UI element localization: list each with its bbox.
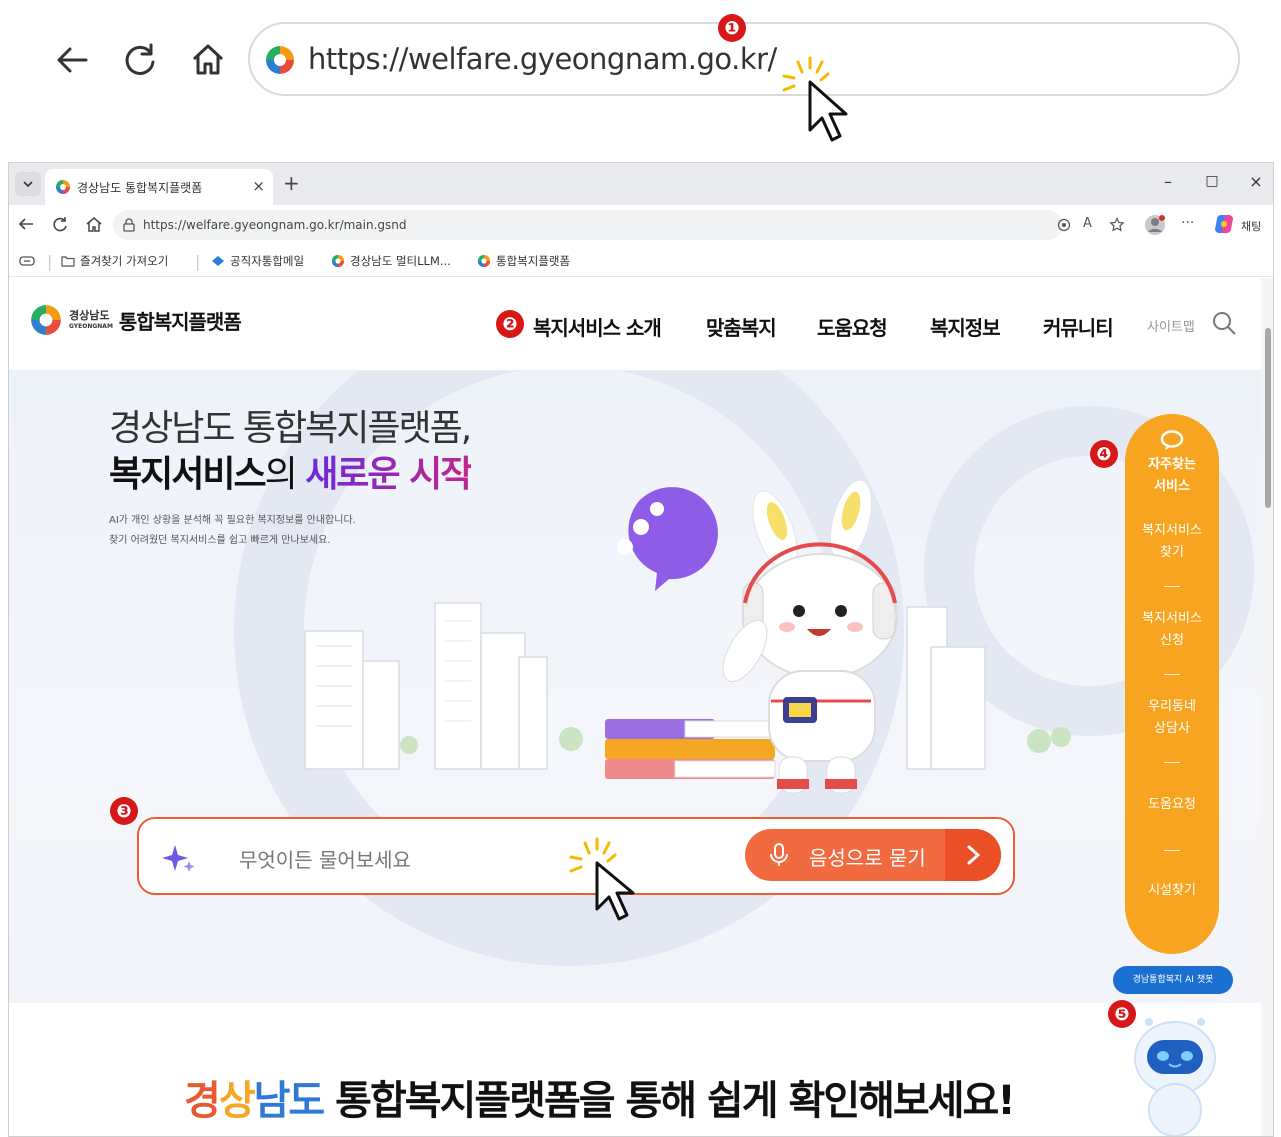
quick-menu-divider bbox=[1164, 762, 1180, 763]
section-heading: 경상남도 통합복지플랫폼을 통해 쉽게 확인해보세요! bbox=[184, 1078, 1016, 1124]
marker-4: ❹ bbox=[1090, 440, 1118, 468]
bookmark-label: 경상남도 멀티LLM... bbox=[350, 254, 451, 268]
back-icon[interactable] bbox=[50, 38, 94, 82]
nav-welfare-intro[interactable]: 복지서비스 소개 bbox=[533, 312, 662, 341]
maximize-button[interactable]: □ bbox=[1197, 173, 1227, 189]
favicon-icon bbox=[331, 254, 345, 268]
cursor-icon bbox=[569, 837, 635, 921]
chat-label[interactable]: 채팅 bbox=[1241, 218, 1261, 234]
zoomed-address-bar: https://welfare.gyeongnam.go.kr/ bbox=[0, 0, 1281, 150]
quick-welfare-find[interactable]: 복지서비스 찾기 bbox=[1125, 520, 1219, 564]
mail-logo-icon bbox=[212, 256, 224, 266]
bookmarks-bar: | 즐겨찾기 가져오기 | 공직자통합메일 경상남도 멀티LLM... 통합복지… bbox=[9, 245, 1273, 277]
quick-menu: 자주찾는 서비스 복지서비스 찾기 복지서비스 신청 우리동네 상담사 도움요청 bbox=[1125, 414, 1219, 954]
bookmark-import[interactable]: 즐겨찾기 가져오기 bbox=[61, 253, 168, 269]
bookmark-label: 즐겨찾기 가져오기 bbox=[80, 254, 169, 268]
logo-icon bbox=[31, 305, 61, 335]
bookmark-label: 통합복지플랫폼 bbox=[496, 254, 571, 268]
chevron-down-icon bbox=[23, 181, 33, 188]
vertical-scrollbar[interactable] bbox=[1261, 278, 1273, 1136]
nav-help-request[interactable]: 도움요청 bbox=[817, 312, 888, 341]
hero-description-1: AI가 개인 상황을 분석해 꼭 필요한 복지정보를 안내합니다. bbox=[109, 515, 356, 526]
hero-title-line1: 경상남도 통합복지플랫폼, bbox=[109, 408, 472, 449]
folder-icon bbox=[61, 256, 75, 267]
quick-facility-find[interactable]: 시설찾기 bbox=[1125, 880, 1219, 902]
tab-close-button[interactable]: × bbox=[252, 177, 265, 195]
profile-avatar-icon[interactable] bbox=[1144, 214, 1166, 236]
location-icon[interactable] bbox=[1057, 218, 1071, 232]
refresh-icon[interactable] bbox=[118, 38, 162, 82]
site-logo[interactable]: 경상남도 GYEONGNAM 통합복지플랫폼 bbox=[29, 303, 242, 337]
hero-section: 경상남도 통합복지플랫폼, 복지서비스의 새로운 시작 AI가 개인 상황을 분… bbox=[9, 371, 1261, 1003]
chat-bubble-icon bbox=[617, 487, 718, 591]
quick-menu-divider bbox=[1164, 586, 1180, 587]
quick-menu-title: 자주찾는 서비스 bbox=[1148, 457, 1196, 494]
quick-menu-divider bbox=[1164, 850, 1180, 851]
lock-icon bbox=[123, 218, 135, 232]
chevron-right-icon bbox=[945, 829, 1001, 881]
mic-icon bbox=[770, 843, 788, 866]
page-viewport: 경상남도 GYEONGNAM 통합복지플랫폼 복지서비스 소개 맞춤복지 도움요… bbox=[9, 278, 1261, 1137]
url-field[interactable]: https://welfare.gyeongnam.go.kr/main.gsn… bbox=[113, 210, 1125, 240]
bookmark-mail[interactable]: 공직자통합메일 bbox=[211, 253, 304, 269]
marker-5: ❺ bbox=[1108, 1000, 1136, 1028]
quick-welfare-apply[interactable]: 복지서비스 신청 bbox=[1125, 608, 1219, 652]
bookmark-welfare[interactable]: 통합복지플랫폼 bbox=[477, 253, 570, 269]
marker-2: ❷ bbox=[496, 310, 524, 338]
site-header: 경상남도 GYEONGNAM 통합복지플랫폼 복지서비스 소개 맞춤복지 도움요… bbox=[9, 278, 1261, 371]
favicon-icon bbox=[56, 180, 70, 194]
browser-window: 경상남도 통합복지플랫폼 × + – □ × https://welfare.g… bbox=[8, 162, 1274, 1137]
search-icon[interactable] bbox=[1211, 310, 1237, 336]
chat-bubble-icon bbox=[1160, 430, 1184, 450]
home-icon[interactable] bbox=[186, 38, 230, 82]
cursor-icon bbox=[782, 56, 848, 142]
tab-bar: 경상남도 통합복지플랫폼 × + – □ × bbox=[9, 163, 1273, 205]
voice-ask-label: 음성으로 묻기 bbox=[809, 846, 926, 870]
close-window-button[interactable]: × bbox=[1241, 172, 1271, 191]
tab-list-button[interactable] bbox=[15, 172, 41, 196]
hero-description-2: 찾기 어려웠던 복지서비스를 쉽고 빠르게 만나보세요. bbox=[109, 535, 331, 546]
divider: | bbox=[47, 252, 53, 271]
divider: | bbox=[195, 252, 201, 271]
chatbot-badge[interactable]: 경남통합복지 AI 챗봇 bbox=[1113, 966, 1233, 994]
new-tab-button[interactable]: + bbox=[283, 171, 300, 195]
url-text: https://welfare.gyeongnam.go.kr/main.gsn… bbox=[143, 218, 407, 232]
nav-welfare-info[interactable]: 복지정보 bbox=[930, 312, 1001, 341]
nav-custom-welfare[interactable]: 맞춤복지 bbox=[706, 312, 777, 341]
read-aloud-icon[interactable]: A bbox=[1083, 216, 1092, 231]
favicon-icon bbox=[477, 254, 491, 268]
logo-main-text: 통합복지플랫폼 bbox=[118, 309, 242, 334]
bookmark-llm[interactable]: 경상남도 멀티LLM... bbox=[331, 253, 451, 269]
home-icon[interactable] bbox=[85, 215, 103, 237]
scrollbar-thumb[interactable] bbox=[1265, 328, 1271, 508]
copilot-icon[interactable] bbox=[1213, 213, 1235, 235]
chatbot-robot-icon[interactable] bbox=[1127, 1000, 1223, 1137]
ai-question-search-box[interactable]: 무엇이든 물어보세요 음성으로 묻기 bbox=[137, 817, 1015, 921]
refresh-icon[interactable] bbox=[51, 215, 69, 237]
logo-small-text: 경상남도 GYEONGNAM bbox=[69, 309, 113, 330]
marker-3: ❸ bbox=[110, 797, 138, 825]
sitemap-link[interactable]: 사이트맵 bbox=[1147, 316, 1195, 335]
marker-1: ❶ bbox=[718, 14, 746, 42]
address-bar: https://welfare.gyeongnam.go.kr/main.gsn… bbox=[9, 205, 1273, 245]
minimize-button[interactable]: – bbox=[1153, 172, 1183, 191]
hero-title-line2: 복지서비스의 새로운 시작 bbox=[109, 454, 473, 495]
zoomed-url-text: https://welfare.gyeongnam.go.kr/ bbox=[308, 42, 777, 76]
quick-local-counselor[interactable]: 우리동네 상담사 bbox=[1125, 696, 1219, 740]
voice-ask-button[interactable]: 음성으로 묻기 bbox=[745, 829, 1001, 881]
quick-help-request[interactable]: 도움요청 bbox=[1125, 794, 1219, 816]
tab-title: 경상남도 통합복지플랫폼 bbox=[77, 181, 203, 195]
tab-actions-icon[interactable] bbox=[19, 255, 35, 267]
favicon-icon bbox=[264, 44, 296, 80]
bookmark-label: 공직자통합메일 bbox=[230, 254, 305, 268]
quick-menu-divider bbox=[1164, 674, 1180, 675]
nav-community[interactable]: 커뮤니티 bbox=[1043, 312, 1114, 341]
back-icon[interactable] bbox=[17, 215, 35, 237]
tab-active[interactable]: 경상남도 통합복지플랫폼 × bbox=[45, 169, 273, 205]
more-menu-button[interactable]: ··· bbox=[1181, 215, 1194, 231]
search-placeholder: 무엇이든 물어보세요 bbox=[239, 848, 411, 872]
favorite-star-icon[interactable] bbox=[1109, 217, 1125, 233]
sparkle-icon bbox=[162, 845, 195, 872]
